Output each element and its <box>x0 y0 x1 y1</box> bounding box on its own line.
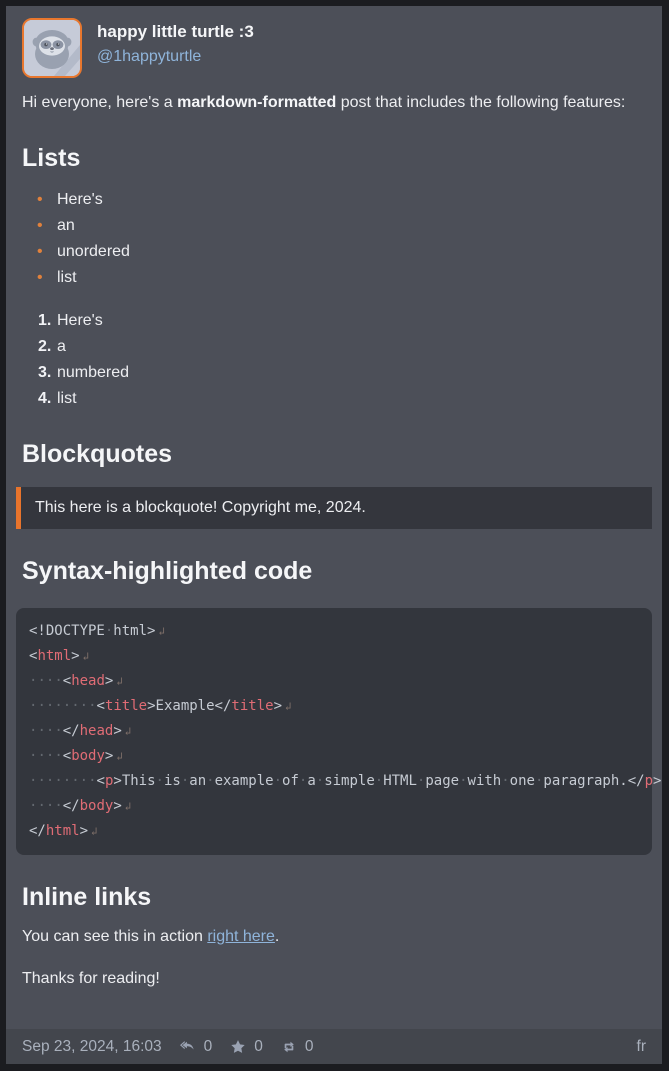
star-icon <box>229 1038 247 1056</box>
blockquote: This here is a blockquote! Copyright me,… <box>16 487 652 529</box>
link-sentence-before: You can see this in action <box>22 928 207 945</box>
link-sentence-after: . <box>275 928 279 945</box>
favourite-count: 0 <box>254 1038 263 1056</box>
list-item: 3. numbered <box>38 360 652 386</box>
retweet-icon <box>280 1038 298 1056</box>
list-item: •unordered <box>37 239 652 265</box>
outro-paragraph: Thanks for reading! <box>22 966 646 992</box>
links-paragraph: You can see this in action right here. <box>22 924 646 950</box>
timestamp[interactable]: Sep 23, 2024, 16:03 <box>22 1038 162 1056</box>
lists-heading: Lists <box>22 144 646 173</box>
code-line: ····<body>↲ <box>29 744 639 769</box>
author-display-name[interactable]: happy little turtle :3 <box>97 21 254 43</box>
intro-text: Hi everyone, here's a <box>22 94 177 111</box>
sloth-avatar-image <box>24 20 80 76</box>
post-content: happy little turtle :3 @1happyturtle Hi … <box>6 6 662 1029</box>
list-item: 1. Here's <box>38 308 652 334</box>
author-identity: happy little turtle :3 @1happyturtle <box>97 18 254 69</box>
inline-links-heading: Inline links <box>22 883 646 912</box>
code-line: ········<title>Example</title>↲ <box>29 694 639 719</box>
language-tag: fr <box>637 1038 646 1056</box>
unordered-list: •Here's•an•unordered•list <box>16 187 652 291</box>
code-line: ····</head>↲ <box>29 719 639 744</box>
reply-all-icon <box>179 1038 197 1056</box>
intro-text-after: post that includes the following feature… <box>336 94 625 111</box>
reply-count: 0 <box>204 1038 213 1056</box>
boost-count: 0 <box>305 1038 314 1056</box>
list-item: •Here's <box>37 187 652 213</box>
right-here-link[interactable]: right here <box>207 928 275 945</box>
code-block: <!DOCTYPE·html>↲<html>↲····<head>↲······… <box>16 608 652 855</box>
list-item: •an <box>37 213 652 239</box>
post-card: happy little turtle :3 @1happyturtle Hi … <box>6 6 662 1064</box>
post-header: happy little turtle :3 @1happyturtle <box>16 6 652 78</box>
code-line: <html>↲ <box>29 644 639 669</box>
code-line: ····</body>↲ <box>29 794 639 819</box>
avatar[interactable] <box>22 18 82 78</box>
post-footer: Sep 23, 2024, 16:03 0 0 0 fr <box>6 1029 662 1064</box>
intro-paragraph: Hi everyone, here's a markdown-formatted… <box>22 90 646 116</box>
reply-button[interactable]: 0 <box>179 1038 213 1056</box>
code-line: ········<p>This·is·an·example·of·a·simpl… <box>29 769 639 794</box>
favourite-button[interactable]: 0 <box>229 1038 263 1056</box>
ordered-list: 1. Here's2. a3. numbered4. list <box>16 308 652 412</box>
list-item: 2. a <box>38 334 652 360</box>
list-item: 4. list <box>38 386 652 412</box>
blockquotes-heading: Blockquotes <box>22 440 646 469</box>
code-line: ····<head>↲ <box>29 669 639 694</box>
code-line: <!DOCTYPE·html>↲ <box>29 619 639 644</box>
code-heading: Syntax-highlighted code <box>22 557 646 586</box>
intro-bold-text: markdown-formatted <box>177 94 336 111</box>
author-handle[interactable]: @1happyturtle <box>97 45 254 69</box>
code-line: </html>↲ <box>29 819 639 844</box>
boost-button[interactable]: 0 <box>280 1038 314 1056</box>
list-item: •list <box>37 265 652 291</box>
